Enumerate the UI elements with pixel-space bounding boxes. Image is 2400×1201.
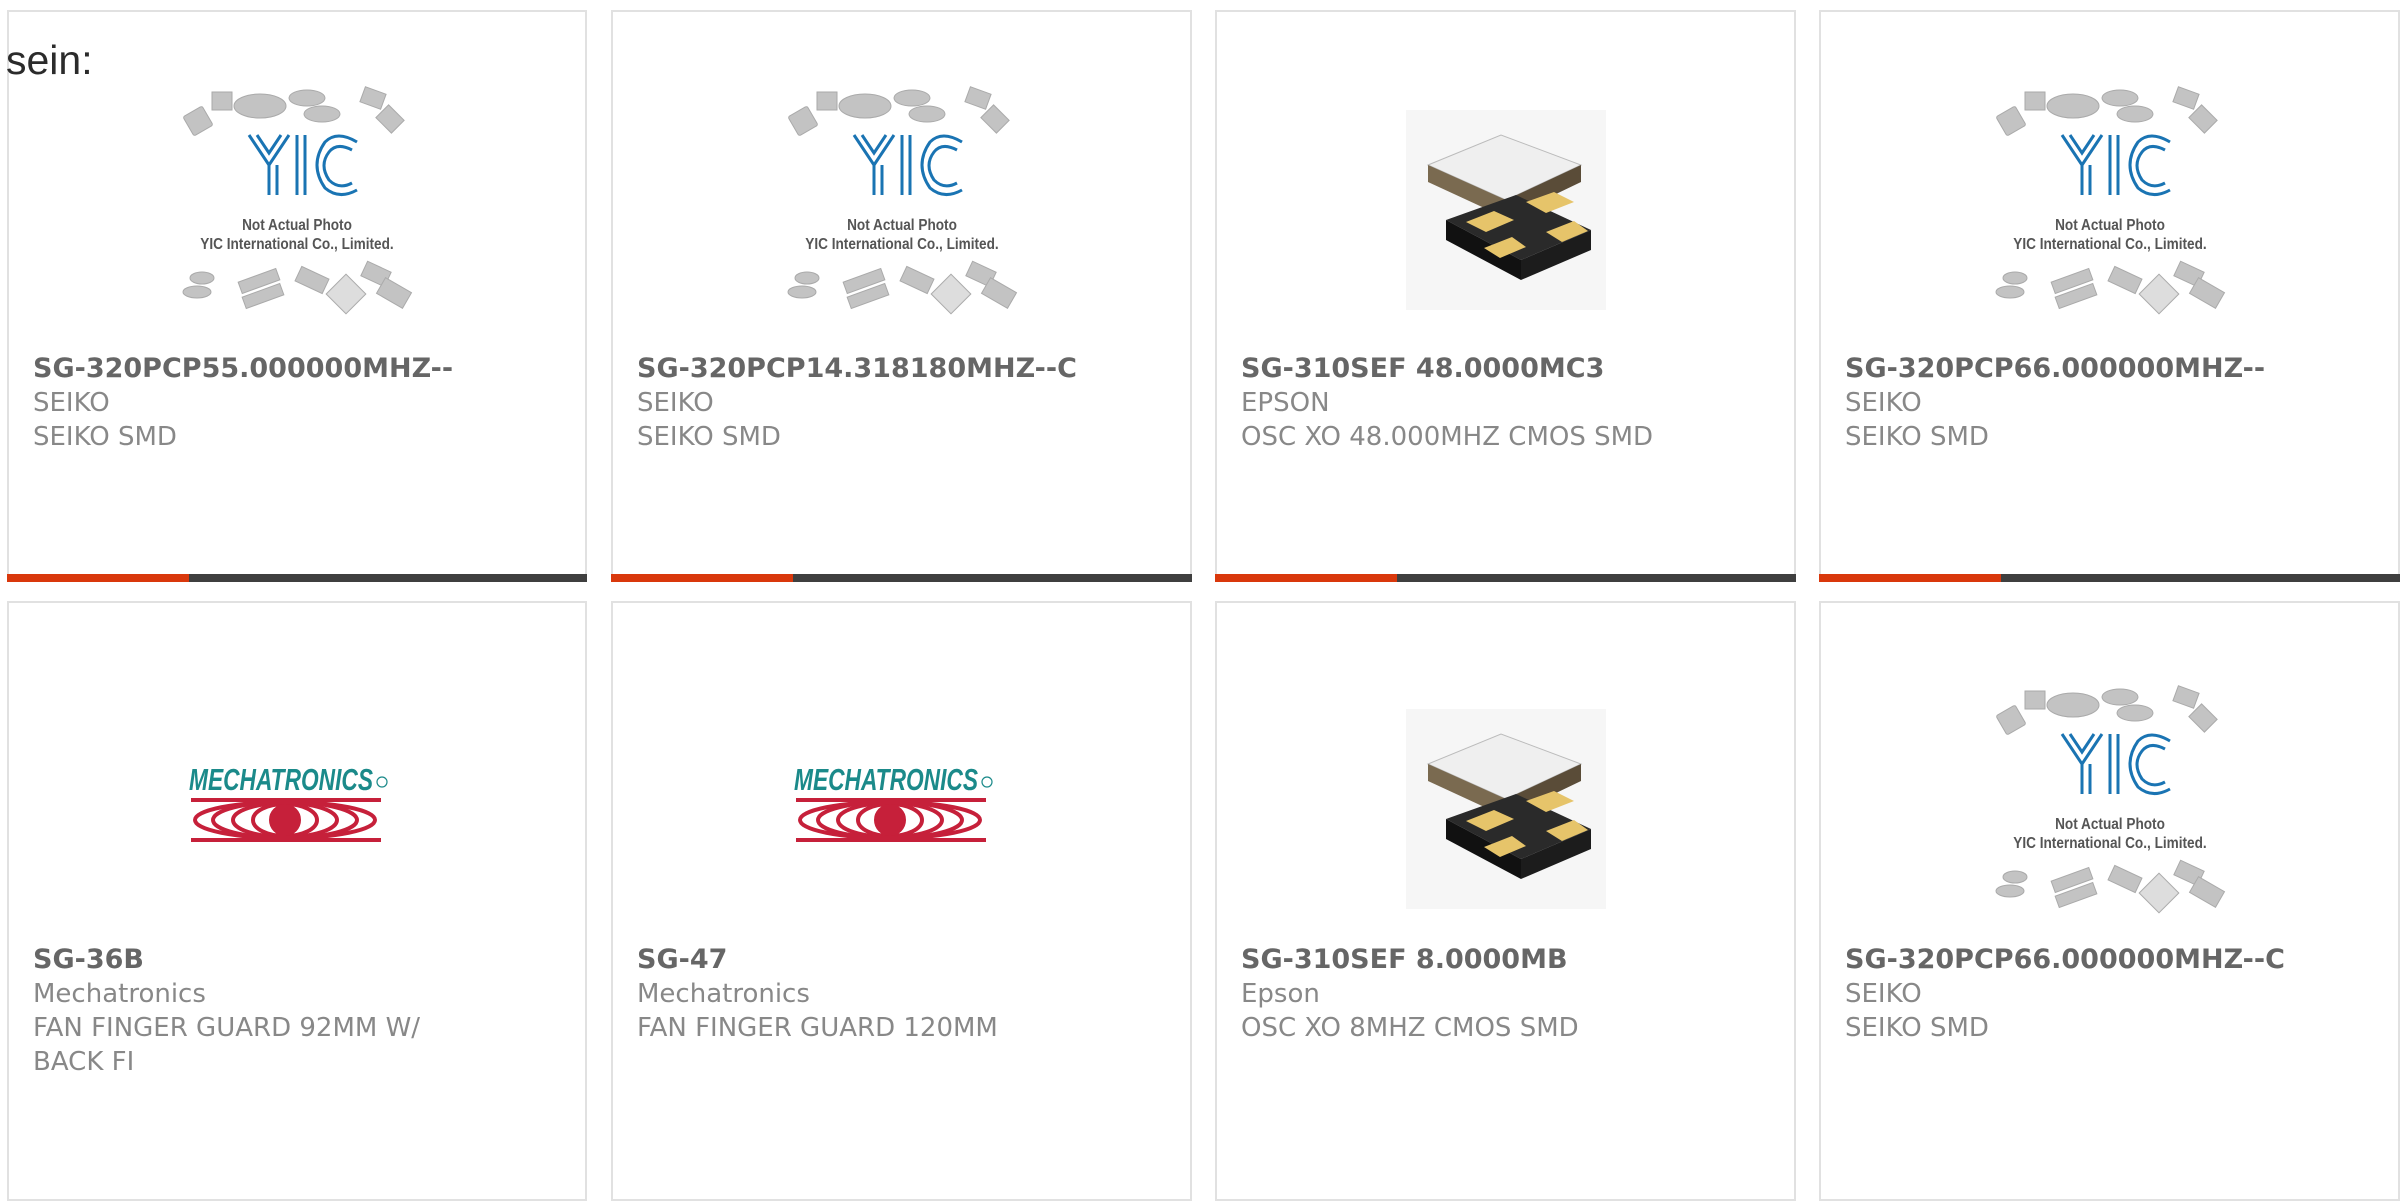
card-accent-segment (611, 574, 793, 582)
description: SEIKO SMD (1845, 1013, 1989, 1043)
description: OSC XO 8MHZ CMOS SMD (1241, 1013, 1579, 1043)
not-actual-photo-note: Not Actual Photo YIC International Co., … (1991, 216, 2229, 254)
description: OSC XO 48.000MHZ CMOS SMD (1241, 422, 1654, 452)
manufacturer: SEIKO (1845, 388, 1922, 418)
part-number-link[interactable]: SG-320PCP14.318180MHZ--C (637, 352, 1170, 386)
product-card[interactable]: Not Actual Photo YIC International Co., … (1819, 601, 2400, 1201)
yic-placeholder-image: Not Actual Photo YIC International Co., … (1970, 679, 2250, 939)
product-card[interactable]: SG-310SEF 48.0000MC3 EPSON OSC XO 48.000… (1215, 10, 1796, 582)
product-image[interactable]: Not Actual Photo YIC International Co., … (613, 60, 1190, 360)
note-line-2: YIC International Co., Limited. (2012, 236, 2207, 253)
description: FAN FINGER GUARD 120MM (637, 1013, 998, 1043)
not-actual-photo-note: Not Actual Photo YIC International Co., … (783, 216, 1021, 254)
chip-collage-icon (787, 86, 1017, 315)
part-number-link[interactable]: SG-310SEF 48.0000MC3 (1241, 352, 1774, 386)
part-number-link[interactable]: SG-320PCP66.000000MHZ-- (1845, 352, 2378, 386)
card-accent-bar (1215, 574, 1796, 582)
product-image[interactable] (1217, 659, 1794, 959)
crystal-oscillator-icon (1405, 709, 1606, 909)
manufacturer: Epson (1241, 979, 1320, 1009)
product-image[interactable]: MECHATRONICS (9, 659, 585, 959)
product-image[interactable]: Not Actual Photo YIC International Co., … (1821, 60, 2398, 360)
product-info: SG-47 Mechatronics FAN FINGER GUARD 120M… (637, 943, 1170, 1045)
chip-collage-icon (182, 86, 413, 315)
yic-placeholder-image: Not Actual Photo YIC International Co., … (157, 80, 437, 340)
manufacturer: EPSON (1241, 388, 1330, 418)
product-card[interactable]: MECHATRONICS SG-36B Mechatronics FAN FIN… (7, 601, 587, 1201)
product-info: SG-310SEF 48.0000MC3 EPSON OSC XO 48.000… (1241, 352, 1774, 454)
mechatronics-logo-text: MECHATRONICS (794, 762, 978, 797)
part-number-link[interactable]: SG-320PCP55.000000MHZ-- (33, 352, 565, 386)
not-actual-photo-note: Not Actual Photo YIC International Co., … (178, 216, 416, 254)
mechatronics-logo-text: MECHATRONICS (189, 762, 373, 797)
note-line-2: YIC International Co., Limited. (804, 236, 999, 253)
manufacturer: SEIKO (1845, 979, 1922, 1009)
product-image[interactable]: MECHATRONICS (613, 659, 1190, 959)
manufacturer: Mechatronics (637, 979, 810, 1009)
card-accent-bar (611, 574, 1192, 582)
product-card[interactable]: SG-310SEF 8.0000MB Epson OSC XO 8MHZ CMO… (1215, 601, 1796, 1201)
product-image[interactable]: Not Actual Photo YIC International Co., … (1821, 659, 2398, 959)
card-accent-bar (7, 574, 587, 582)
note-line-1: Not Actual Photo (242, 217, 352, 234)
product-info: SG-36B Mechatronics FAN FINGER GUARD 92M… (33, 943, 565, 1079)
mechatronics-logo-icon: MECHATRONICS (794, 762, 993, 842)
note-line-2: YIC International Co., Limited. (2012, 835, 2207, 852)
product-card[interactable]: Not Actual Photo YIC International Co., … (611, 10, 1192, 582)
crystal-oscillator-icon (1405, 110, 1606, 310)
chip-collage-icon (1995, 86, 2225, 315)
note-line-1: Not Actual Photo (2054, 816, 2165, 833)
chip-collage-icon (1995, 685, 2225, 914)
yic-placeholder-image: Not Actual Photo YIC International Co., … (762, 80, 1042, 340)
description: FAN FINGER GUARD 92MM W/ BACK FI (33, 1013, 421, 1077)
mechatronics-logo-icon: MECHATRONICS (189, 762, 388, 842)
product-card[interactable]: Not Actual Photo YIC International Co., … (1819, 10, 2400, 582)
description: SEIKO SMD (637, 422, 781, 452)
card-accent-segment (1819, 574, 2001, 582)
description: SEIKO SMD (33, 422, 177, 452)
product-info: SG-320PCP55.000000MHZ-- SEIKO SEIKO SMD (33, 352, 565, 454)
note-line-1: Not Actual Photo (846, 217, 957, 234)
product-image[interactable] (1217, 60, 1794, 360)
yic-placeholder-image: Not Actual Photo YIC International Co., … (1970, 80, 2250, 340)
card-accent-bar (1819, 574, 2400, 582)
product-card[interactable]: MECHATRONICS SG-47 Mechatronics FAN FING… (611, 601, 1192, 1201)
part-number-link[interactable]: SG-36B (33, 943, 565, 977)
not-actual-photo-note: Not Actual Photo YIC International Co., … (1991, 815, 2229, 853)
product-info: SG-320PCP66.000000MHZ-- SEIKO SEIKO SMD (1845, 352, 2378, 454)
part-number-link[interactable]: SG-47 (637, 943, 1170, 977)
product-grid: Not Actual Photo YIC International Co., … (0, 0, 2400, 1201)
product-image[interactable]: Not Actual Photo YIC International Co., … (9, 60, 585, 360)
card-accent-segment (1215, 574, 1397, 582)
part-number-link[interactable]: SG-320PCP66.000000MHZ--C (1845, 943, 2378, 977)
part-number-link[interactable]: SG-310SEF 8.0000MB (1241, 943, 1774, 977)
manufacturer: SEIKO (33, 388, 110, 418)
note-line-1: Not Actual Photo (2054, 217, 2165, 234)
note-line-2: YIC International Co., Limited. (200, 236, 394, 253)
description: SEIKO SMD (1845, 422, 1989, 452)
card-accent-segment (7, 574, 189, 582)
product-info: SG-320PCP14.318180MHZ--C SEIKO SEIKO SMD (637, 352, 1170, 454)
product-info: SG-320PCP66.000000MHZ--C SEIKO SEIKO SMD (1845, 943, 2378, 1045)
manufacturer: Mechatronics (33, 979, 206, 1009)
leading-text: sein: (6, 37, 93, 83)
product-card[interactable]: Not Actual Photo YIC International Co., … (7, 10, 587, 582)
manufacturer: SEIKO (637, 388, 714, 418)
product-info: SG-310SEF 8.0000MB Epson OSC XO 8MHZ CMO… (1241, 943, 1774, 1045)
